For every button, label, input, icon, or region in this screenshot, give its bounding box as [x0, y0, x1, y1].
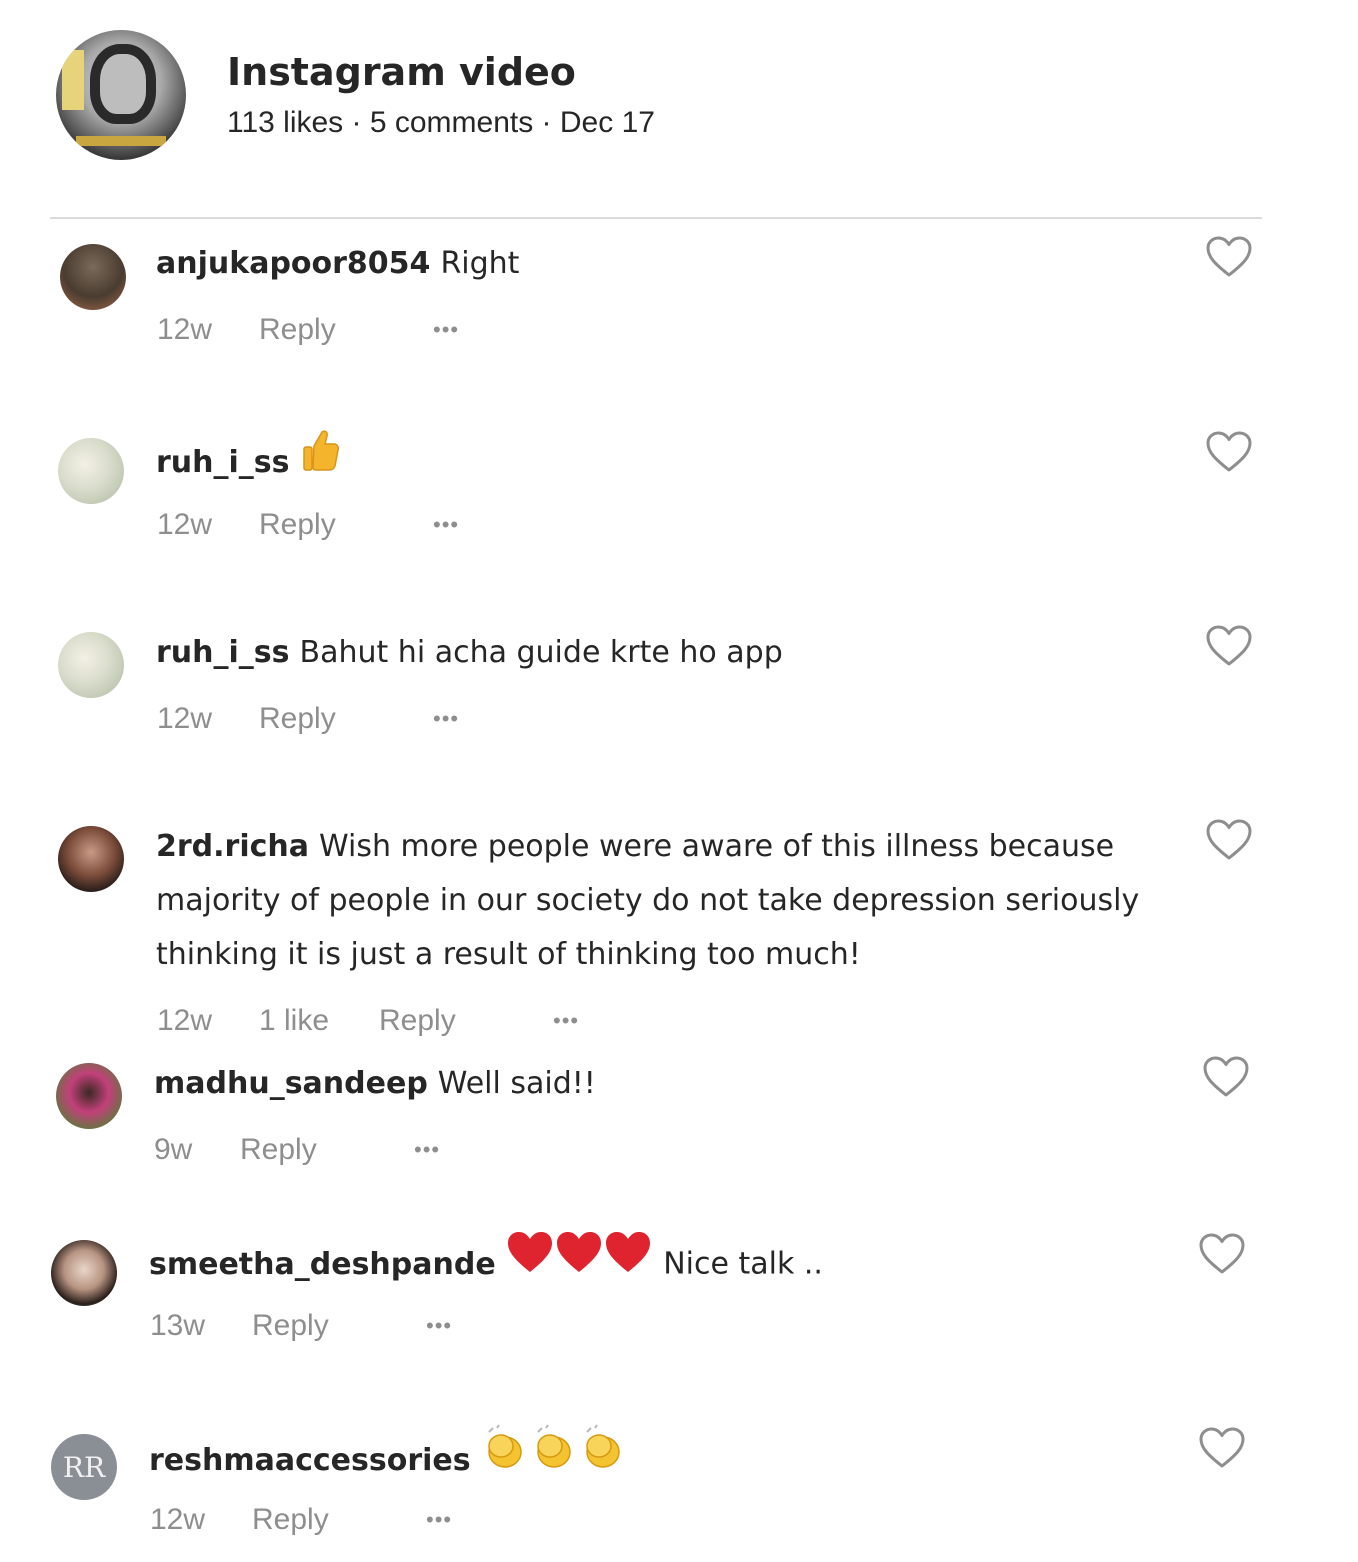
heart-icon[interactable] [1205, 818, 1253, 862]
post-header: Instagram video 113 likes · 5 comments ·… [56, 30, 1256, 170]
comment-item: madhu_sandeep Well said!! 9w Reply ••• [50, 1056, 1270, 1182]
comment-item: ruh_i_ss 12w Reply ••• [50, 430, 1270, 555]
avatar[interactable] [58, 632, 124, 698]
comment-body: ruh_i_ss [156, 430, 1196, 494]
more-dots-icon[interactable]: ••• [433, 317, 459, 343]
comment-text: Bahut hi acha guide krte ho app [299, 635, 783, 670]
post-avatar[interactable] [56, 30, 186, 160]
comment-item: anjukapoor8054 Right 12w Reply ••• [50, 236, 1270, 360]
more-dots-icon[interactable]: ••• [426, 1313, 452, 1339]
reply-button[interactable]: Reply [379, 1004, 553, 1038]
comment-item: RR reshmaaccessories 12w Reply ••• [50, 1424, 1270, 1553]
more-dots-icon[interactable]: ••• [433, 706, 459, 732]
username[interactable]: ruh_i_ss [156, 445, 290, 480]
avatar[interactable] [51, 1240, 117, 1306]
comment-meta: 13w Reply ••• [150, 1309, 452, 1343]
divider [50, 217, 1262, 219]
username[interactable]: reshmaaccessories [149, 1443, 471, 1478]
comment-body: 2rd.richa Wish more people were aware of … [156, 820, 1196, 982]
comment-likes[interactable]: 1 like [259, 1004, 379, 1038]
post-meta: 113 likes · 5 comments · Dec 17 [227, 106, 655, 139]
username[interactable]: 2rd.richa [156, 829, 309, 864]
comment-time: 12w [157, 1004, 213, 1037]
heart-icon[interactable] [1198, 1426, 1246, 1470]
thumbs-up-emoji [300, 428, 340, 490]
comment-item: 2rd.richa Wish more people were aware of … [50, 819, 1270, 1043]
avatar[interactable] [60, 244, 126, 310]
comment-item: ruh_i_ss Bahut hi acha guide krte ho app … [50, 625, 1270, 749]
username[interactable]: smeetha_deshpande [149, 1247, 496, 1282]
comment-text: Right [440, 246, 520, 281]
reply-button[interactable]: Reply [259, 313, 433, 347]
comment-body: ruh_i_ss Bahut hi acha guide krte ho app [156, 626, 1196, 680]
heart-icon[interactable] [1198, 1232, 1246, 1276]
username[interactable]: madhu_sandeep [154, 1066, 428, 1101]
comment-body: reshmaaccessories [149, 1424, 1189, 1494]
heart-icon[interactable] [1205, 430, 1253, 474]
comment-time: 12w [157, 702, 213, 735]
username[interactable]: ruh_i_ss [156, 635, 290, 670]
post-title: Instagram video [227, 50, 576, 94]
avatar[interactable] [56, 1063, 122, 1129]
comment-meta: 12w Reply ••• [150, 1503, 452, 1537]
more-dots-icon[interactable]: ••• [426, 1507, 452, 1533]
comment-meta: 12w Reply ••• [157, 702, 459, 736]
reply-button[interactable]: Reply [259, 508, 433, 542]
comment-meta: 12w Reply ••• [157, 313, 459, 347]
more-dots-icon[interactable]: ••• [553, 1008, 579, 1034]
username[interactable]: anjukapoor8054 [156, 246, 430, 281]
comment-body: madhu_sandeep Well said!! [154, 1057, 1194, 1111]
comment-body: smeetha_deshpande Nice talk .. [149, 1232, 1189, 1296]
avatar[interactable] [58, 438, 124, 504]
more-dots-icon[interactable]: ••• [414, 1137, 440, 1163]
heart-icon[interactable] [1202, 1055, 1250, 1099]
heart-icon[interactable] [1205, 235, 1253, 279]
reply-button[interactable]: Reply [252, 1503, 426, 1537]
clapping-hands-emoji [481, 1424, 631, 1490]
avatar[interactable] [58, 826, 124, 892]
comment-time: 12w [157, 313, 213, 346]
comment-body: anjukapoor8054 Right [156, 237, 1196, 291]
comment-meta: 12w Reply ••• [157, 508, 459, 542]
reply-button[interactable]: Reply [259, 702, 433, 736]
more-dots-icon[interactable]: ••• [433, 512, 459, 538]
avatar[interactable]: RR [51, 1434, 117, 1500]
red-heart-emoji [506, 1230, 654, 1292]
comment-text: Nice talk .. [663, 1246, 823, 1282]
comment-time: 12w [157, 508, 213, 541]
comment-meta: 9w Reply ••• [154, 1133, 440, 1167]
comment-time: 12w [150, 1503, 206, 1536]
comment-text: Well said!! [437, 1066, 596, 1101]
reply-button[interactable]: Reply [240, 1133, 414, 1167]
comment-item: smeetha_deshpande Nice talk .. 13w Reply •… [50, 1232, 1270, 1360]
comment-meta: 12w 1 like Reply ••• [157, 1004, 579, 1038]
heart-icon[interactable] [1205, 624, 1253, 668]
comment-time: 9w [154, 1133, 193, 1166]
reply-button[interactable]: Reply [252, 1309, 426, 1343]
comment-time: 13w [150, 1309, 206, 1342]
